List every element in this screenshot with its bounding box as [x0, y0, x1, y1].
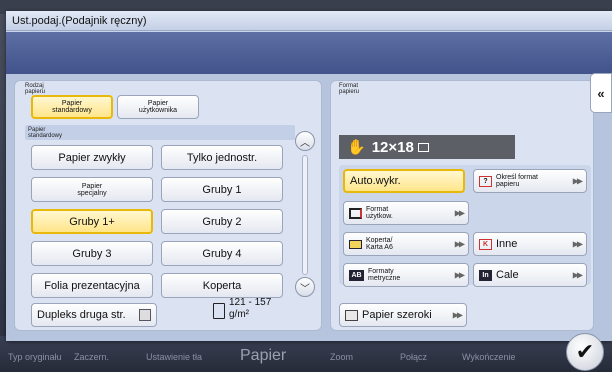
current-size-value: 12×18 — [371, 138, 414, 156]
paper-thick3-button[interactable]: Gruby 3 — [31, 241, 153, 266]
scroll-up-button[interactable]: ︿ — [295, 131, 315, 151]
double-chevron-left-icon: « — [597, 85, 605, 101]
collapse-side-panel-button[interactable]: « — [590, 73, 612, 113]
other-size-label: Inne — [496, 238, 518, 250]
scroll-down-button[interactable]: ﹀ — [295, 277, 315, 297]
paper-weight-range: 121 - 157 — [229, 297, 272, 308]
paper-size-panel: Format papieru ✋ 12×18 Auto.wykr. ? Okre… — [330, 80, 594, 331]
paper-thick1-button[interactable]: Gruby 1 — [161, 177, 283, 202]
paper-list-label: Papier standardowy — [28, 127, 63, 139]
paper-list-header — [25, 125, 295, 140]
inch-size-label: Cale — [496, 269, 519, 281]
duplex-second-side-button[interactable]: Dupleks druga str. — [31, 303, 157, 327]
background-tab-paper: Papier — [240, 347, 287, 364]
paper-sheet-icon — [213, 303, 225, 319]
paper-type-section-label: Rodzaj papieru — [25, 83, 46, 95]
paper-thick2-button[interactable]: Gruby 2 — [161, 209, 283, 234]
double-arrow-icon: ▶▶ — [454, 208, 465, 218]
tab-user-paper[interactable]: Papier użytkownika — [117, 95, 199, 119]
metric-size-button[interactable]: AB Formaty metryczne ▶▶ — [343, 263, 469, 287]
paper-plain-button[interactable]: Papier zwykły — [31, 145, 153, 170]
duplex-label: Dupleks druga str. — [37, 309, 126, 321]
paper-special-button[interactable]: Papier specjalny — [31, 177, 153, 202]
paper-tray-settings-dialog: Ust.podaj.(Podajnik ręczny) Rodzaj papie… — [6, 11, 612, 341]
scrollbar-track[interactable] — [302, 155, 308, 275]
paper-transparency-button[interactable]: Folia prezentacyjna — [31, 273, 153, 298]
tab-standard-paper[interactable]: Papier standardowy — [31, 95, 113, 119]
screen: Typ oryginału Zaczern. Ustawienie tła Pa… — [0, 0, 612, 372]
current-size-display: ✋ 12×18 — [339, 135, 515, 159]
paper-thick4-button[interactable]: Gruby 4 — [161, 241, 283, 266]
double-arrow-icon: ▶▶ — [454, 239, 465, 249]
double-arrow-icon: ▶▶ — [452, 310, 463, 320]
background-tab-finishing: Wykończenie — [462, 352, 516, 362]
envelope-icon — [349, 239, 362, 249]
ok-button[interactable]: ✔ — [566, 333, 604, 371]
dialog-content: Rodzaj papieru Papier standardowy Papier… — [6, 74, 612, 341]
background-tab-density: Zaczern. — [74, 352, 110, 362]
double-arrow-icon: ▶▶ — [572, 239, 583, 249]
wide-paper-button[interactable]: Papier szeroki ▶▶ — [339, 303, 467, 327]
background-tab-zoom: Zoom — [330, 352, 354, 362]
custom-size-button[interactable]: Format użytkow. ▶▶ — [343, 201, 469, 225]
auto-detect-button[interactable]: Auto.wykr. — [343, 169, 465, 193]
dialog-header-strip — [6, 32, 612, 74]
double-arrow-icon: ▶▶ — [572, 270, 583, 280]
custom-size-label: Format użytkow. — [366, 206, 393, 220]
duplex-checkbox[interactable] — [139, 309, 151, 321]
paper-single-side-button[interactable]: Tylko jednostr. — [161, 145, 283, 170]
inch-size-button[interactable]: In Cale ▶▶ — [473, 263, 587, 287]
background-tab-background: Ustawienie tła — [146, 352, 203, 362]
double-arrow-icon: ▶▶ — [454, 270, 465, 280]
other-size-button[interactable]: K Inne ▶▶ — [473, 232, 587, 256]
specify-size-button[interactable]: ? Określ format papieru ▶▶ — [473, 169, 587, 193]
inch-size-icon: In — [479, 269, 492, 281]
chevron-up-icon: ︿ — [300, 137, 310, 149]
dialog-title: Ust.podaj.(Podajnik ręczny) — [6, 11, 612, 31]
wide-paper-label: Papier szeroki — [362, 309, 432, 321]
specify-size-label: Określ format papieru — [496, 174, 539, 188]
paper-size-section-label: Format papieru — [339, 83, 360, 95]
envelope-card-label: Koperta/ Karta A6 — [366, 237, 393, 251]
portrait-paper-icon — [417, 142, 429, 152]
chevron-down-icon: ﹀ — [300, 283, 310, 295]
envelope-card-button[interactable]: Koperta/ Karta A6 ▶▶ — [343, 232, 469, 256]
background-tab-combine: Połącz — [400, 352, 428, 362]
custom-size-icon — [349, 207, 362, 219]
paper-weight-unit: g/m² — [229, 309, 249, 320]
wide-paper-icon — [345, 309, 358, 321]
checkmark-icon: ✔ — [575, 339, 595, 364]
paper-envelope-button[interactable]: Koperta — [161, 273, 283, 298]
metric-size-icon: AB — [349, 269, 364, 281]
background-tab-original-type: Typ oryginału — [8, 352, 62, 362]
metric-size-label: Formaty metryczne — [368, 268, 401, 282]
hand-icon: ✋ — [347, 139, 366, 156]
paper-thick1plus-button[interactable]: Gruby 1+ — [31, 209, 153, 234]
paper-type-panel: Rodzaj papieru Papier standardowy Papier… — [14, 80, 322, 331]
question-size-icon: ? — [479, 175, 492, 187]
double-arrow-icon: ▶▶ — [572, 176, 583, 186]
other-size-icon: K — [479, 238, 492, 250]
